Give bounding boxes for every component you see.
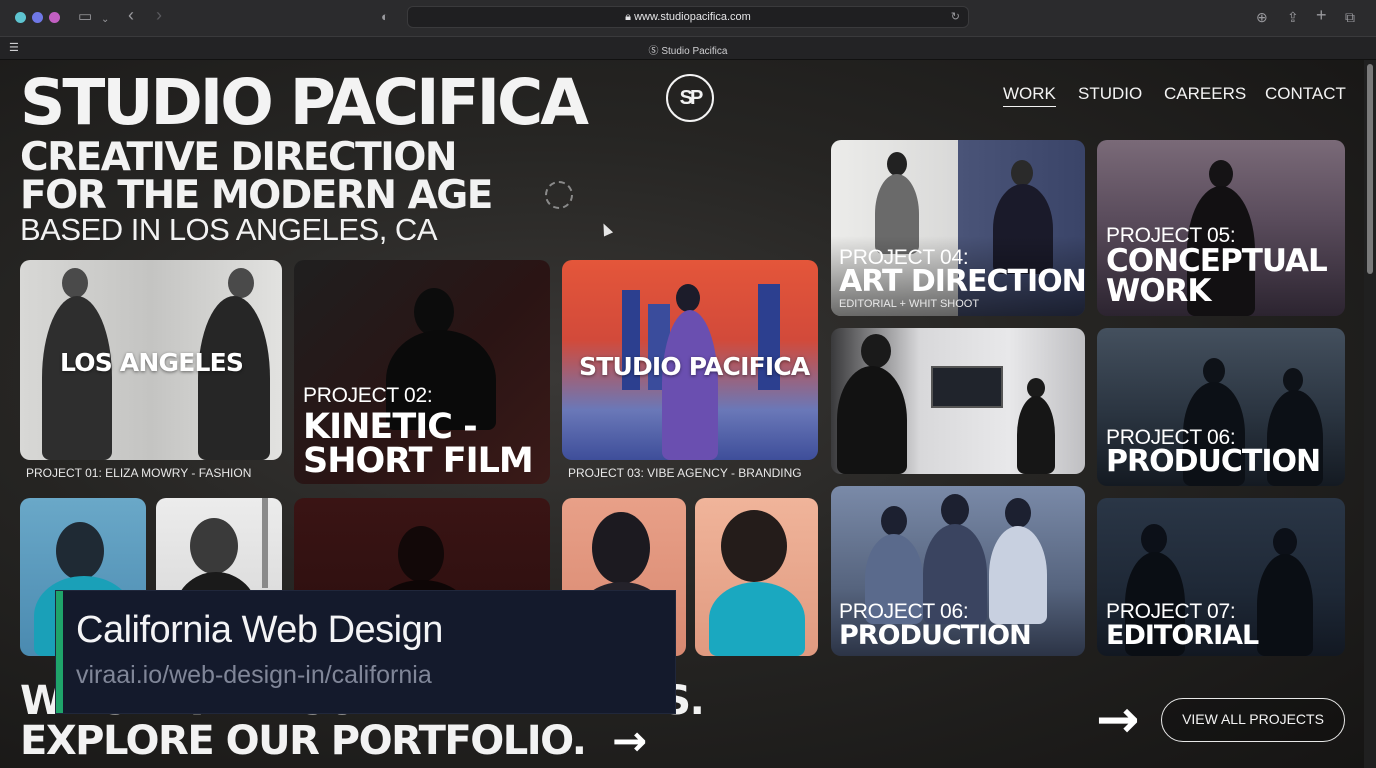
page-scrollbar[interactable]: [1364, 60, 1376, 768]
arrow-right-large-icon: →: [1096, 690, 1140, 750]
project-02-number: PROJECT 02:: [303, 384, 433, 407]
project-06-card[interactable]: PROJECT 06: PRODUCTION: [1097, 328, 1345, 486]
loading-spinner-icon: [545, 181, 573, 209]
minimize-window-button[interactable]: [32, 12, 43, 23]
chevron-down-icon[interactable]: ⌄: [101, 11, 109, 29]
nav-studio[interactable]: STUDIO: [1078, 84, 1142, 104]
reload-icon[interactable]: ↻: [951, 7, 960, 27]
arrow-right-icon[interactable]: →: [612, 716, 647, 765]
new-tab-icon[interactable]: +: [1316, 6, 1327, 24]
project-01-overlay-text: LOS ANGELES: [60, 348, 244, 377]
tab-studio-pacifica[interactable]: Ⓢ Studio Pacifica: [0, 42, 1376, 57]
share-icon[interactable]: ⇪: [1287, 8, 1299, 26]
sidebar-toggle-icon[interactable]: ▭: [78, 8, 92, 26]
address-bar-url: www.studiopacifica.com: [634, 11, 751, 23]
project-03-overlay-text: STUDIO PACIFICA: [579, 352, 810, 381]
tab-label: Studio Pacifica: [661, 46, 728, 57]
shield-icon[interactable]: ◐: [381, 8, 389, 26]
zoom-window-button[interactable]: [49, 12, 60, 23]
download-icon[interactable]: ⊕: [1256, 8, 1268, 26]
project-01-caption[interactable]: PROJECT 01: ELIZA MOWRY - FASHION: [26, 466, 251, 480]
production-photo-card[interactable]: [831, 328, 1085, 474]
project-03-card[interactable]: STUDIO PACIFICA: [562, 260, 818, 460]
browser-toolbar: ▭ ⌄ ‹ › ◐ 🔒︎ www.studiopacifica.com ↻ ⊕ …: [0, 0, 1376, 36]
project-01-card[interactable]: LOS ANGELES: [20, 260, 282, 460]
close-window-button[interactable]: [15, 12, 26, 23]
nav-careers[interactable]: CAREERS: [1164, 84, 1246, 104]
overlay-url: viraai.io/web-design-in/california: [76, 661, 432, 689]
project-07-title: EDITORIAL: [1106, 620, 1259, 651]
lock-icon: 🔒︎: [625, 11, 635, 23]
project-05-title-2: WORK: [1106, 273, 1211, 309]
mouse-cursor-icon: [598, 221, 614, 237]
portrait-card-5[interactable]: [695, 498, 818, 656]
brand-title[interactable]: STUDIO PACIFICA: [20, 68, 589, 138]
address-bar[interactable]: 🔒︎ www.studiopacifica.com ↻: [407, 6, 969, 28]
project-06-title: PRODUCTION: [1106, 444, 1321, 479]
nav-contact[interactable]: CONTACT: [1265, 84, 1346, 104]
project-03-caption[interactable]: PROJECT 03: VIBE AGENCY - BRANDING: [568, 466, 802, 480]
project-04-subtitle: EDITORIAL + WHIT SHOOT: [839, 298, 980, 310]
back-button-icon[interactable]: ‹: [128, 6, 134, 24]
project-02-title-2: SHORT FILM: [303, 441, 534, 481]
tab-bar: ☰ Ⓢ Studio Pacifica: [0, 36, 1376, 60]
view-all-projects-button[interactable]: VIEW ALL PROJECTS: [1161, 698, 1345, 742]
project-07-card[interactable]: PROJECT 07: EDITORIAL: [1097, 498, 1345, 656]
portfolio-line: EXPLORE OUR PORTFOLIO.: [20, 718, 587, 764]
overlay-title: California Web Design: [76, 609, 443, 651]
forward-button-icon[interactable]: ›: [156, 6, 162, 24]
scrollbar-thumb[interactable]: [1367, 64, 1373, 274]
hero-line-2: FOR THE MODERN AGE: [20, 173, 493, 218]
lower-third-overlay: California Web Design viraai.io/web-desi…: [56, 591, 675, 713]
project-04-card[interactable]: PROJECT 04: ART DIRECTION EDITORIAL + WH…: [831, 140, 1085, 316]
project-06b-card[interactable]: PROJECT 06: PRODUCTION: [831, 486, 1085, 656]
tab-overview-icon[interactable]: ⧉: [1345, 8, 1355, 26]
project-02-card[interactable]: PROJECT 02: KINETIC - SHORT FILM: [294, 260, 550, 484]
hero-line-1: CREATIVE DIRECTION: [20, 135, 458, 180]
nav-work[interactable]: WORK: [1003, 84, 1056, 107]
favicon-icon: Ⓢ: [648, 46, 662, 57]
project-06b-title: PRODUCTION: [839, 620, 1032, 651]
logo-badge[interactable]: SP: [666, 74, 714, 122]
project-05-card[interactable]: PROJECT 05: CONCEPTUAL WORK: [1097, 140, 1345, 316]
hero-location: BASED IN LOS ANGELES, CA: [20, 212, 438, 247]
project-04-title: ART DIRECTION: [839, 264, 1085, 299]
project-02-title-1: KINETIC -: [303, 407, 478, 447]
